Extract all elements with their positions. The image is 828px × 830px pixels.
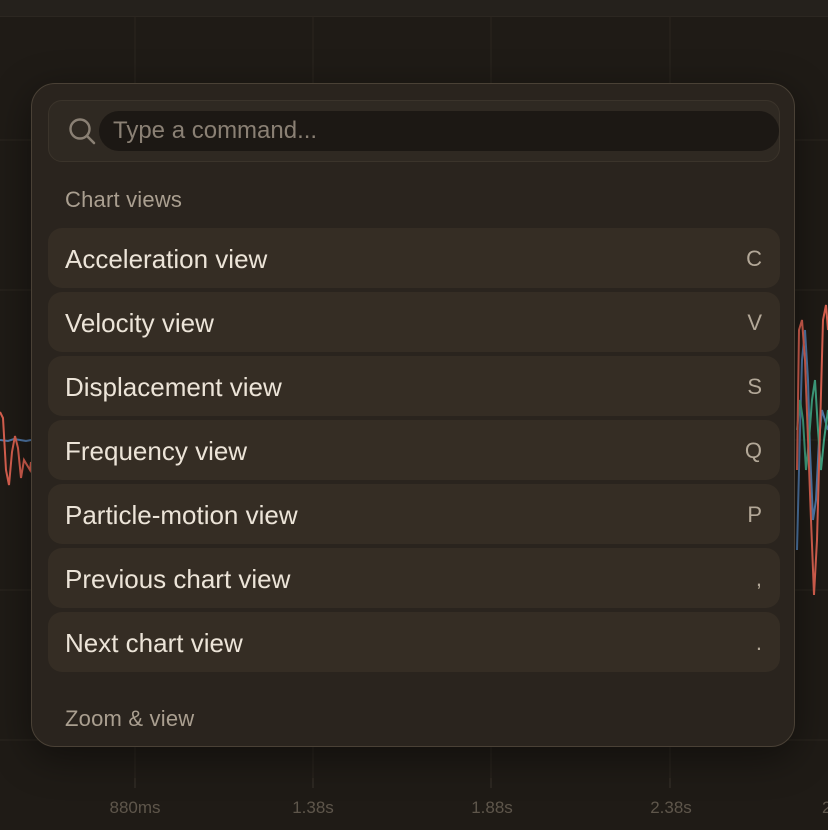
x-tick-label: 1.88s: [471, 798, 513, 817]
command-palette: Chart views Acceleration view C Velocity…: [31, 83, 795, 747]
command-search-input[interactable]: [99, 111, 779, 151]
command-list: Acceleration view C Velocity view V Disp…: [48, 228, 780, 676]
shortcut-key: ,: [755, 566, 762, 591]
section-label-zoom-view: Zoom & view: [65, 706, 195, 731]
command-next-chart-view[interactable]: Next chart view .: [48, 612, 780, 672]
command-frequency-view[interactable]: Frequency view Q: [48, 420, 780, 480]
shortcut-key: P: [747, 502, 762, 527]
shortcut-key: Q: [744, 438, 762, 463]
search-box: [48, 100, 780, 162]
section-label-chart-views: Chart views: [65, 187, 183, 212]
x-tick-label: 2.38s: [650, 798, 692, 817]
command-label: Displacement view: [65, 372, 282, 402]
command-label: Particle-motion view: [65, 500, 298, 530]
command-particle-motion-view[interactable]: Particle-motion view P: [48, 484, 780, 544]
command-displacement-view[interactable]: Displacement view S: [48, 356, 780, 416]
command-label: Frequency view: [65, 436, 248, 466]
command-label: Next chart view: [65, 628, 243, 658]
command-velocity-view[interactable]: Velocity view V: [48, 292, 780, 352]
shortcut-key: S: [747, 374, 762, 399]
command-label: Velocity view: [65, 308, 214, 338]
x-tick-label: 880ms: [109, 798, 160, 817]
shortcut-key: C: [746, 246, 762, 271]
command-acceleration-view[interactable]: Acceleration view C: [48, 228, 780, 288]
search-icon: [69, 118, 96, 145]
shortcut-key: .: [755, 630, 762, 655]
axis-ticks: [134, 778, 671, 788]
command-label: Acceleration view: [65, 244, 268, 274]
shortcut-key: V: [747, 310, 762, 335]
waveform-red-left: [0, 411, 32, 486]
x-axis-labels: 880ms 1.38s 1.88s 2.38s 2: [109, 798, 828, 817]
x-tick-label: 1.38s: [292, 798, 334, 817]
command-label: Previous chart view: [65, 564, 291, 594]
x-tick-label: 2: [822, 798, 828, 817]
command-previous-chart-view[interactable]: Previous chart view ,: [48, 548, 780, 608]
